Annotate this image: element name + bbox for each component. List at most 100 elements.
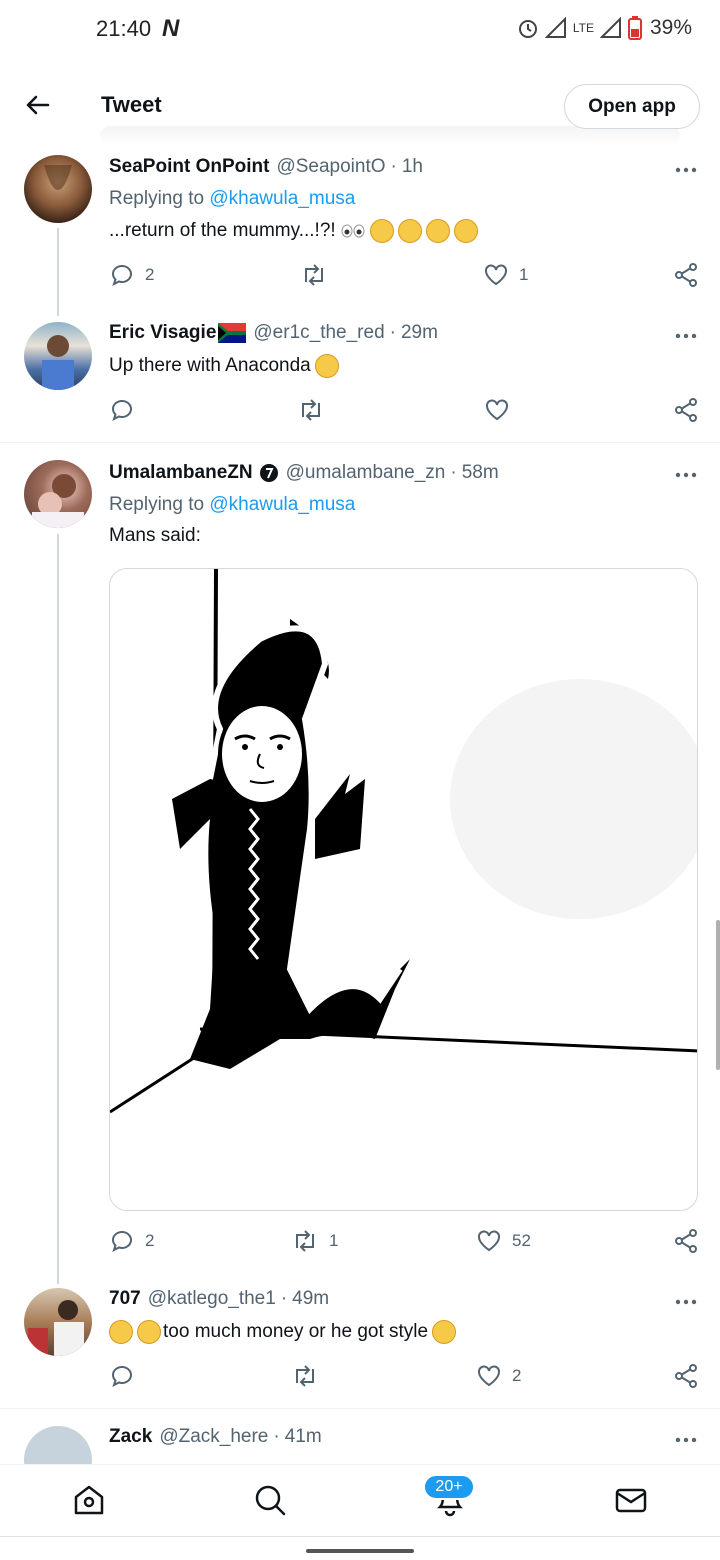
tears-of-joy-emoji [109, 1320, 133, 1344]
share-icon[interactable] [673, 397, 699, 423]
battery-percent: 39% [649, 16, 692, 39]
reply-count: 2 [145, 265, 155, 284]
share-icon[interactable] [673, 1228, 699, 1254]
share-icon[interactable] [673, 1363, 699, 1389]
retweet-icon[interactable] [300, 262, 328, 288]
reply-action[interactable]: 2 [109, 262, 154, 288]
tweet-time[interactable]: 29m [401, 322, 438, 344]
app-notification-icon: N [162, 15, 180, 42]
tweet-actions: 2 1 52 [109, 1228, 699, 1258]
reply-icon[interactable] [109, 397, 135, 423]
author-name[interactable]: UmalambaneZN [109, 462, 253, 484]
more-options-icon[interactable] [674, 471, 698, 479]
author-handle[interactable]: @Zack_here [159, 1426, 268, 1448]
author-name[interactable]: SeaPoint OnPoint [109, 156, 269, 178]
more-options-icon[interactable] [674, 1298, 698, 1306]
heart-icon[interactable] [476, 1363, 502, 1389]
notifications-badge[interactable]: 20+ [423, 1474, 475, 1500]
tweet-time[interactable]: 1h [402, 156, 423, 178]
rofl-emoji [314, 354, 339, 378]
share-action[interactable] [673, 1363, 699, 1389]
retweet-action[interactable] [300, 262, 338, 288]
avatar[interactable] [24, 1426, 92, 1464]
retweet-action[interactable]: 1 [291, 1228, 338, 1254]
retweet-icon[interactable] [297, 397, 325, 423]
retweet-icon[interactable] [291, 1228, 319, 1254]
share-icon[interactable] [673, 262, 699, 288]
retweet-action[interactable] [297, 397, 335, 423]
home-icon[interactable] [72, 1483, 106, 1517]
share-action[interactable] [673, 262, 699, 288]
tweet-text: Up there with Anaconda [109, 354, 339, 378]
tweet-eric[interactable]: Eric Visagie @er1c_the_red · 29m Up ther… [0, 310, 720, 442]
mention-link[interactable]: @khawula_musa [209, 494, 355, 515]
heart-icon[interactable] [476, 1228, 502, 1254]
like-action[interactable]: 2 [476, 1363, 521, 1389]
author-name[interactable]: Zack [109, 1426, 152, 1448]
reply-icon[interactable] [109, 262, 135, 288]
author-handle[interactable]: @katlego_the1 [148, 1288, 276, 1310]
author-handle[interactable]: @umalambane_zn [286, 462, 446, 484]
tweet-actions: 2 1 [109, 262, 699, 292]
tweet-zack[interactable]: Zack @Zack_here · 41m [0, 1412, 720, 1464]
woozy-face-emoji [425, 219, 450, 243]
like-action[interactable]: 52 [476, 1228, 531, 1254]
reply-icon[interactable] [109, 1228, 135, 1254]
tweet-media-image[interactable] [109, 568, 698, 1211]
more-options-icon[interactable] [674, 1436, 698, 1444]
heart-icon[interactable] [483, 262, 509, 288]
monocle-face-emoji [369, 219, 394, 243]
avatar[interactable] [24, 155, 92, 223]
scrollbar[interactable] [716, 920, 720, 1070]
share-action[interactable] [673, 397, 699, 423]
reply-action[interactable]: 2 [109, 1228, 154, 1254]
retweet-icon[interactable] [291, 1363, 319, 1389]
battery-icon [627, 16, 642, 40]
tweet-text: ...return of the mummy...!?! [109, 219, 478, 243]
tweet-actions [109, 397, 699, 427]
network-type: LTE [572, 21, 594, 35]
back-arrow-icon[interactable] [22, 90, 52, 120]
south-africa-flag-icon [218, 323, 247, 343]
more-options-icon[interactable] [674, 332, 698, 340]
page-title: Tweet [101, 92, 162, 117]
status-icons: LTE 39% [517, 16, 692, 40]
more-options-icon[interactable] [674, 166, 698, 174]
signal-icon [544, 17, 566, 38]
tweet-time[interactable]: 49m [292, 1288, 329, 1310]
author-name[interactable]: 707 [109, 1288, 141, 1310]
reply-action[interactable] [109, 397, 145, 423]
like-action[interactable]: 1 [483, 262, 528, 288]
status-time: 21:40 [96, 16, 152, 41]
open-app-button[interactable]: Open app [564, 84, 700, 129]
like-action[interactable] [484, 397, 520, 423]
reply-action[interactable] [109, 1363, 145, 1389]
system-gesture-bar [0, 1536, 720, 1560]
avatar[interactable] [24, 322, 92, 390]
author-handle[interactable]: @SeapointO [276, 156, 385, 178]
woozy-face-emoji [453, 219, 478, 243]
mention-link[interactable]: @khawula_musa [209, 188, 355, 209]
avatar[interactable] [24, 1288, 92, 1356]
reply-icon[interactable] [109, 1363, 135, 1389]
home-gesture-pill[interactable] [306, 1549, 414, 1553]
tweet-707[interactable]: 707 @katlego_the1 · 49m too much money o… [0, 1276, 720, 1408]
divider [0, 442, 720, 443]
heart-icon[interactable] [484, 397, 510, 423]
replying-to: Replying to @khawula_musa [109, 188, 356, 209]
like-count: 1 [519, 265, 529, 284]
tweet-time[interactable]: 41m [285, 1426, 322, 1448]
tweet-text: too much money or he got style [109, 1320, 457, 1344]
divider [0, 1408, 720, 1409]
status-bar: 21:40 N LTE 39% [0, 0, 720, 60]
tweet-time[interactable]: 58m [462, 462, 499, 484]
number-seven-icon [259, 464, 278, 482]
avatar[interactable] [24, 460, 92, 528]
author-name[interactable]: Eric Visagie [109, 322, 216, 344]
retweet-action[interactable] [291, 1363, 329, 1389]
messages-envelope-icon[interactable] [614, 1483, 648, 1517]
tweet-seapoint[interactable]: SeaPoint OnPoint @SeapointO · 1h Replyin… [0, 142, 720, 316]
search-icon[interactable] [253, 1483, 287, 1517]
author-handle[interactable]: @er1c_the_red [253, 322, 384, 344]
share-action[interactable] [673, 1228, 699, 1254]
